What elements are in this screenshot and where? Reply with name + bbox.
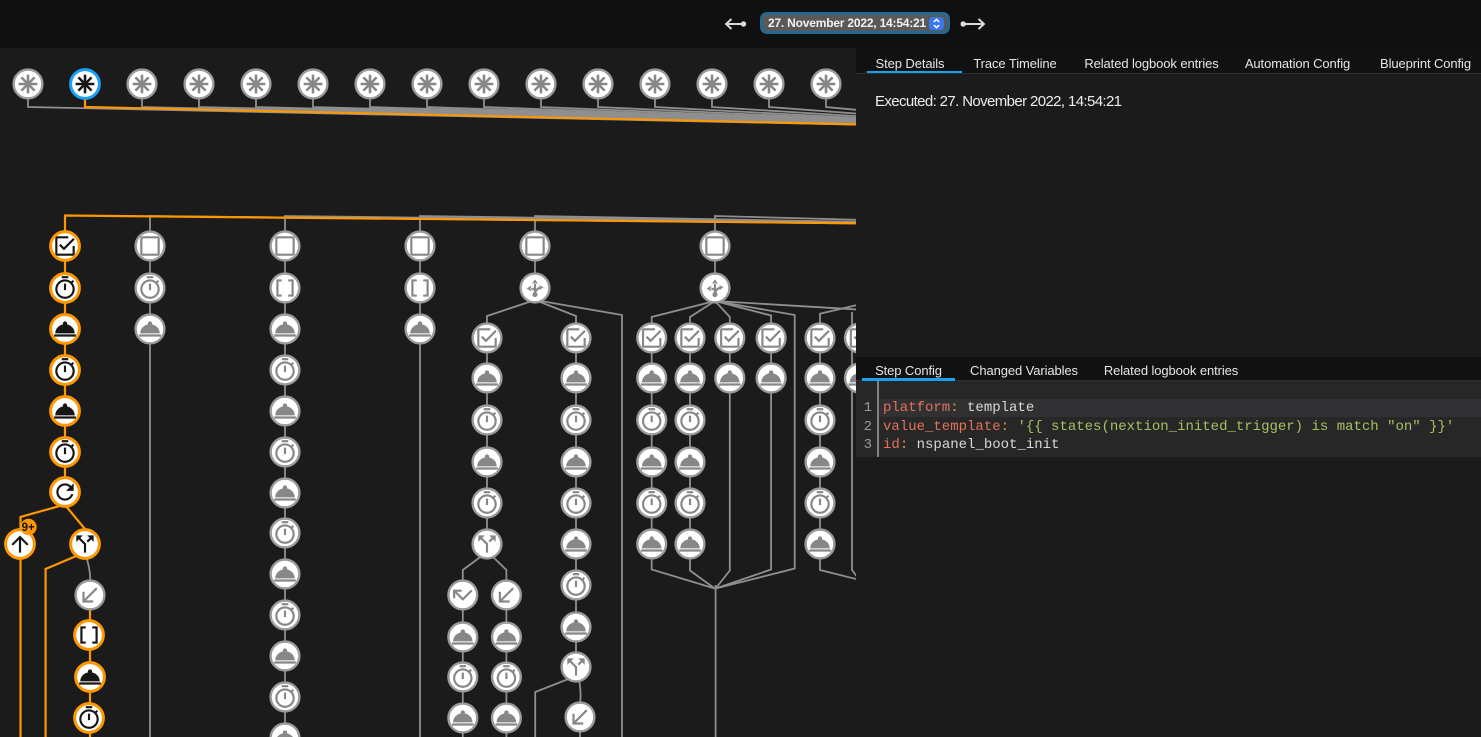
- svg-text:9+: 9+: [22, 522, 35, 534]
